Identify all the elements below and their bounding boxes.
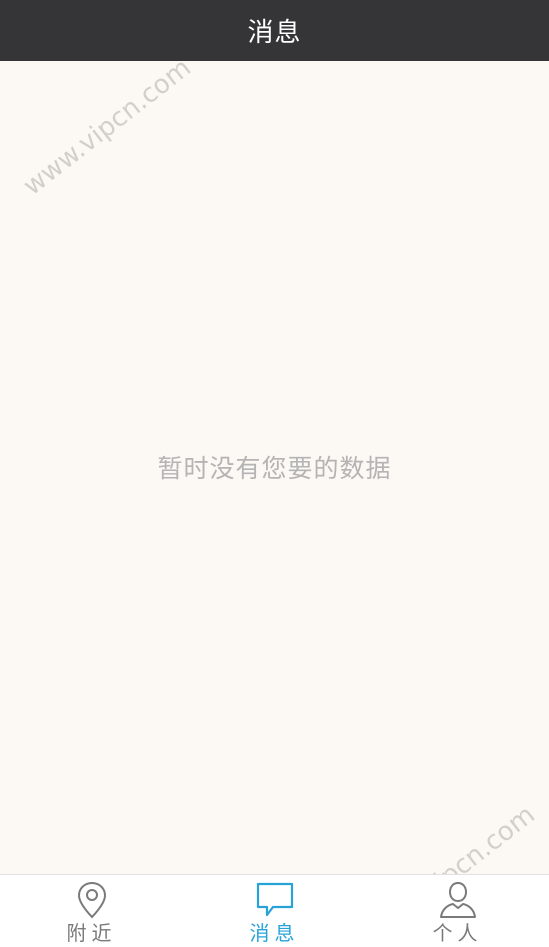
person-icon <box>439 881 476 918</box>
tab-profile[interactable]: 个人 <box>366 875 549 947</box>
message-bubble-icon <box>256 882 293 917</box>
message-list-area[interactable]: 暂时没有您要的数据 <box>0 61 549 874</box>
empty-state-message: 暂时没有您要的数据 <box>157 454 392 483</box>
tab-profile-label: 个人 <box>432 921 483 945</box>
top-bar: 消息 <box>0 0 549 61</box>
location-pin-icon <box>77 881 106 919</box>
tab-messages-label: 消息 <box>249 921 300 945</box>
tab-messages[interactable]: 消息 <box>183 875 366 947</box>
app-screen: 消息 暂时没有您要的数据 www.vipcn.com www.vipcn.com… <box>0 0 549 947</box>
tab-nearby[interactable]: 附近 <box>0 875 183 947</box>
bottom-tab-bar: 附近 消息 个人 <box>0 874 549 947</box>
tab-nearby-label: 附近 <box>66 921 117 945</box>
page-title: 消息 <box>247 18 302 48</box>
